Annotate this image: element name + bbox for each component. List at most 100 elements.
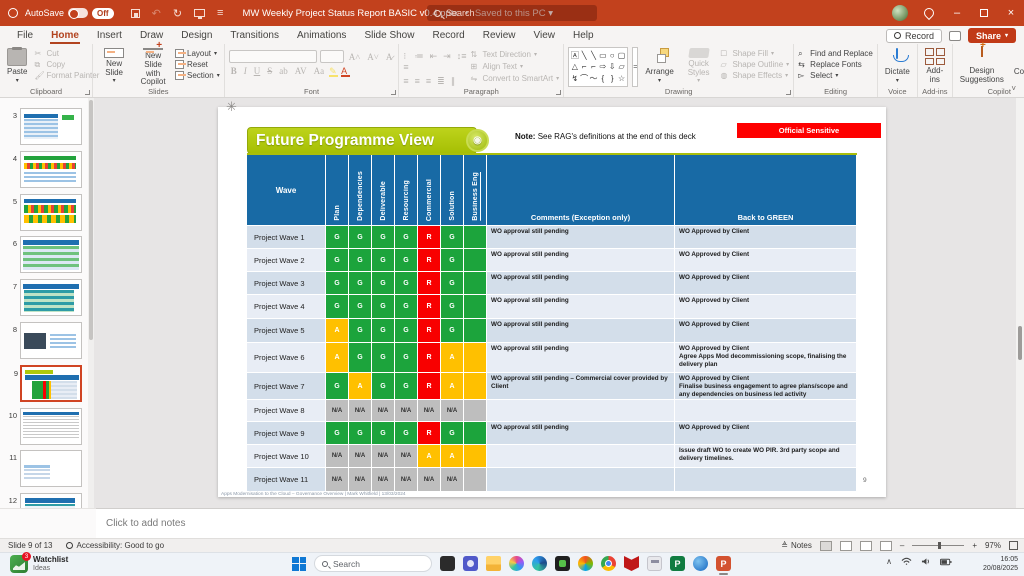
- slide-thumbnail-4[interactable]: 4: [20, 151, 82, 188]
- wave-name-cell[interactable]: Project Wave 7: [247, 373, 325, 399]
- char-spacing-button[interactable]: AV: [293, 66, 309, 76]
- tab-draw[interactable]: Draw: [131, 28, 172, 43]
- notes-toggle-button[interactable]: ≜Notes: [781, 541, 812, 550]
- col-header-dependencies[interactable]: Dependencies: [349, 155, 371, 225]
- change-case-button[interactable]: Aa: [312, 66, 327, 76]
- wave-name-cell[interactable]: Project Wave 9: [247, 422, 325, 444]
- status-cell-solution[interactable]: G: [441, 319, 463, 342]
- zoom-out-icon[interactable]: –: [900, 541, 904, 550]
- tab-file[interactable]: File: [8, 28, 42, 43]
- status-cell-deliverable[interactable]: G: [372, 422, 394, 444]
- tab-insert[interactable]: Insert: [88, 28, 131, 43]
- status-cell-commercial[interactable]: A: [418, 445, 440, 467]
- status-cell-plan[interactable]: N/A: [326, 445, 348, 467]
- addins-button[interactable]: Add-ins: [922, 47, 948, 86]
- shape-fill-button[interactable]: 🞏Shape Fill▾: [720, 49, 789, 58]
- autosave-switch-icon[interactable]: [68, 8, 88, 18]
- status-cell-dependencies[interactable]: A: [349, 373, 371, 399]
- status-cell-commercial[interactable]: R: [418, 373, 440, 399]
- status-cell-commercial[interactable]: R: [418, 422, 440, 444]
- bullets-icon[interactable]: ⁝≡: [403, 51, 408, 72]
- canvas-scrollbar[interactable]: [1016, 98, 1024, 508]
- tab-record[interactable]: Record: [423, 28, 473, 43]
- line-spacing-icon[interactable]: ↕≡: [457, 51, 467, 72]
- shape-brace-right-icon[interactable]: }: [611, 74, 614, 83]
- replace-fonts-button[interactable]: ⇆Replace Fonts: [798, 60, 873, 69]
- share-button[interactable]: Share ▾: [968, 28, 1016, 43]
- copy-button[interactable]: ⧉Copy: [34, 60, 99, 69]
- edge-icon[interactable]: [532, 556, 547, 571]
- zoom-percentage[interactable]: 97%: [985, 541, 1001, 550]
- calculator-icon[interactable]: [647, 556, 662, 571]
- slide-thumbnail-7[interactable]: 7: [20, 279, 82, 316]
- status-cell-deliverable[interactable]: G: [372, 272, 394, 294]
- status-cell-deliverable[interactable]: G: [372, 295, 394, 318]
- wave-name-cell[interactable]: Project Wave 4: [247, 295, 325, 318]
- back-to-green-cell[interactable]: WO Approved by Client: [675, 319, 856, 342]
- back-to-green-cell[interactable]: WO Approved by Client: [675, 272, 856, 294]
- col-header-solution[interactable]: Solution: [441, 155, 463, 225]
- tab-home[interactable]: Home: [42, 28, 88, 43]
- status-cell-deliverable[interactable]: N/A: [372, 445, 394, 467]
- browser-icon[interactable]: [693, 556, 708, 571]
- comments-cell[interactable]: WO approval still pending: [487, 295, 674, 318]
- col-header-business-eng[interactable]: Business Eng: [464, 155, 486, 225]
- wave-name-cell[interactable]: Project Wave 8: [247, 400, 325, 421]
- col-header-resourcing[interactable]: Resourcing: [395, 155, 417, 225]
- taskview-icon[interactable]: [440, 556, 455, 571]
- shapes-gallery-scrollbar[interactable]: =: [632, 47, 638, 87]
- find-replace-button[interactable]: ⌕Find and Replace: [798, 49, 873, 58]
- wave-name-cell[interactable]: Project Wave 2: [247, 249, 325, 271]
- col-header-wave[interactable]: Wave: [247, 155, 325, 225]
- slideshow-view-button[interactable]: [880, 541, 892, 551]
- store-icon[interactable]: [555, 556, 570, 571]
- status-cell-dependencies[interactable]: G: [349, 343, 371, 372]
- thumbnail-scrollbar[interactable]: [88, 98, 94, 508]
- drawing-dialog-launcher-icon[interactable]: [786, 90, 791, 95]
- status-cell-resourcing[interactable]: G: [395, 343, 417, 372]
- comments-cell[interactable]: WO approval still pending – Commercial c…: [487, 373, 674, 399]
- col-header-commercial[interactable]: Commercial: [418, 155, 440, 225]
- wave-name-cell[interactable]: Project Wave 3: [247, 272, 325, 294]
- status-cell-plan[interactable]: A: [326, 343, 348, 372]
- status-cell-resourcing[interactable]: G: [395, 272, 417, 294]
- section-button[interactable]: Section▾: [175, 71, 220, 80]
- col-header-plan[interactable]: Plan: [326, 155, 348, 225]
- status-cell-commercial[interactable]: R: [418, 226, 440, 248]
- slide-sorter-view-button[interactable]: [840, 541, 852, 551]
- select-button[interactable]: ▻Select▾: [798, 71, 873, 80]
- close-button[interactable]: ×: [1004, 7, 1018, 19]
- wave-name-cell[interactable]: Project Wave 1: [247, 226, 325, 248]
- justify-icon[interactable]: ≣: [437, 76, 445, 87]
- notes-panel[interactable]: Click to add notes: [96, 508, 1024, 538]
- volume-icon[interactable]: [921, 557, 931, 566]
- layout-button[interactable]: Layout▾: [175, 49, 220, 58]
- shape-effects-button[interactable]: ◍Shape Effects▾: [720, 71, 789, 80]
- zoom-slider[interactable]: [912, 545, 964, 546]
- taskbar-clock[interactable]: 16:05 20/08/2025: [983, 555, 1018, 573]
- back-to-green-cell[interactable]: [675, 400, 856, 421]
- status-cell-commercial[interactable]: R: [418, 272, 440, 294]
- strikethrough-button[interactable]: S: [265, 66, 274, 76]
- col-header-comments[interactable]: Comments (Exception only): [487, 155, 674, 225]
- tab-help[interactable]: Help: [564, 28, 603, 43]
- bold-button[interactable]: B: [229, 66, 239, 76]
- shape-oval-icon[interactable]: ○: [610, 51, 615, 60]
- italic-button[interactable]: I: [242, 66, 249, 76]
- status-cell-solution[interactable]: G: [441, 422, 463, 444]
- comments-cell[interactable]: WO approval still pending: [487, 249, 674, 271]
- status-cell-commercial[interactable]: N/A: [418, 468, 440, 491]
- slide-thumbnail-11[interactable]: 11: [20, 450, 82, 487]
- status-cell-deliverable[interactable]: N/A: [372, 400, 394, 421]
- shape-textbox-icon[interactable]: 🄰: [571, 50, 579, 61]
- back-to-green-cell[interactable]: WO Approved by Client Finalise business …: [675, 373, 856, 399]
- status-cell-solution[interactable]: N/A: [441, 400, 463, 421]
- comments-cell[interactable]: [487, 468, 674, 491]
- project-icon[interactable]: P: [670, 556, 685, 571]
- status-cell-business-eng[interactable]: [464, 422, 486, 444]
- increase-font-icon[interactable]: A˄: [347, 52, 363, 62]
- dictate-button[interactable]: Dictate▾: [882, 47, 913, 86]
- status-cell-dependencies[interactable]: N/A: [349, 468, 371, 491]
- shape-scribble-icon[interactable]: 〜: [590, 73, 598, 84]
- quick-styles-button[interactable]: Quick Styles▾: [681, 47, 717, 86]
